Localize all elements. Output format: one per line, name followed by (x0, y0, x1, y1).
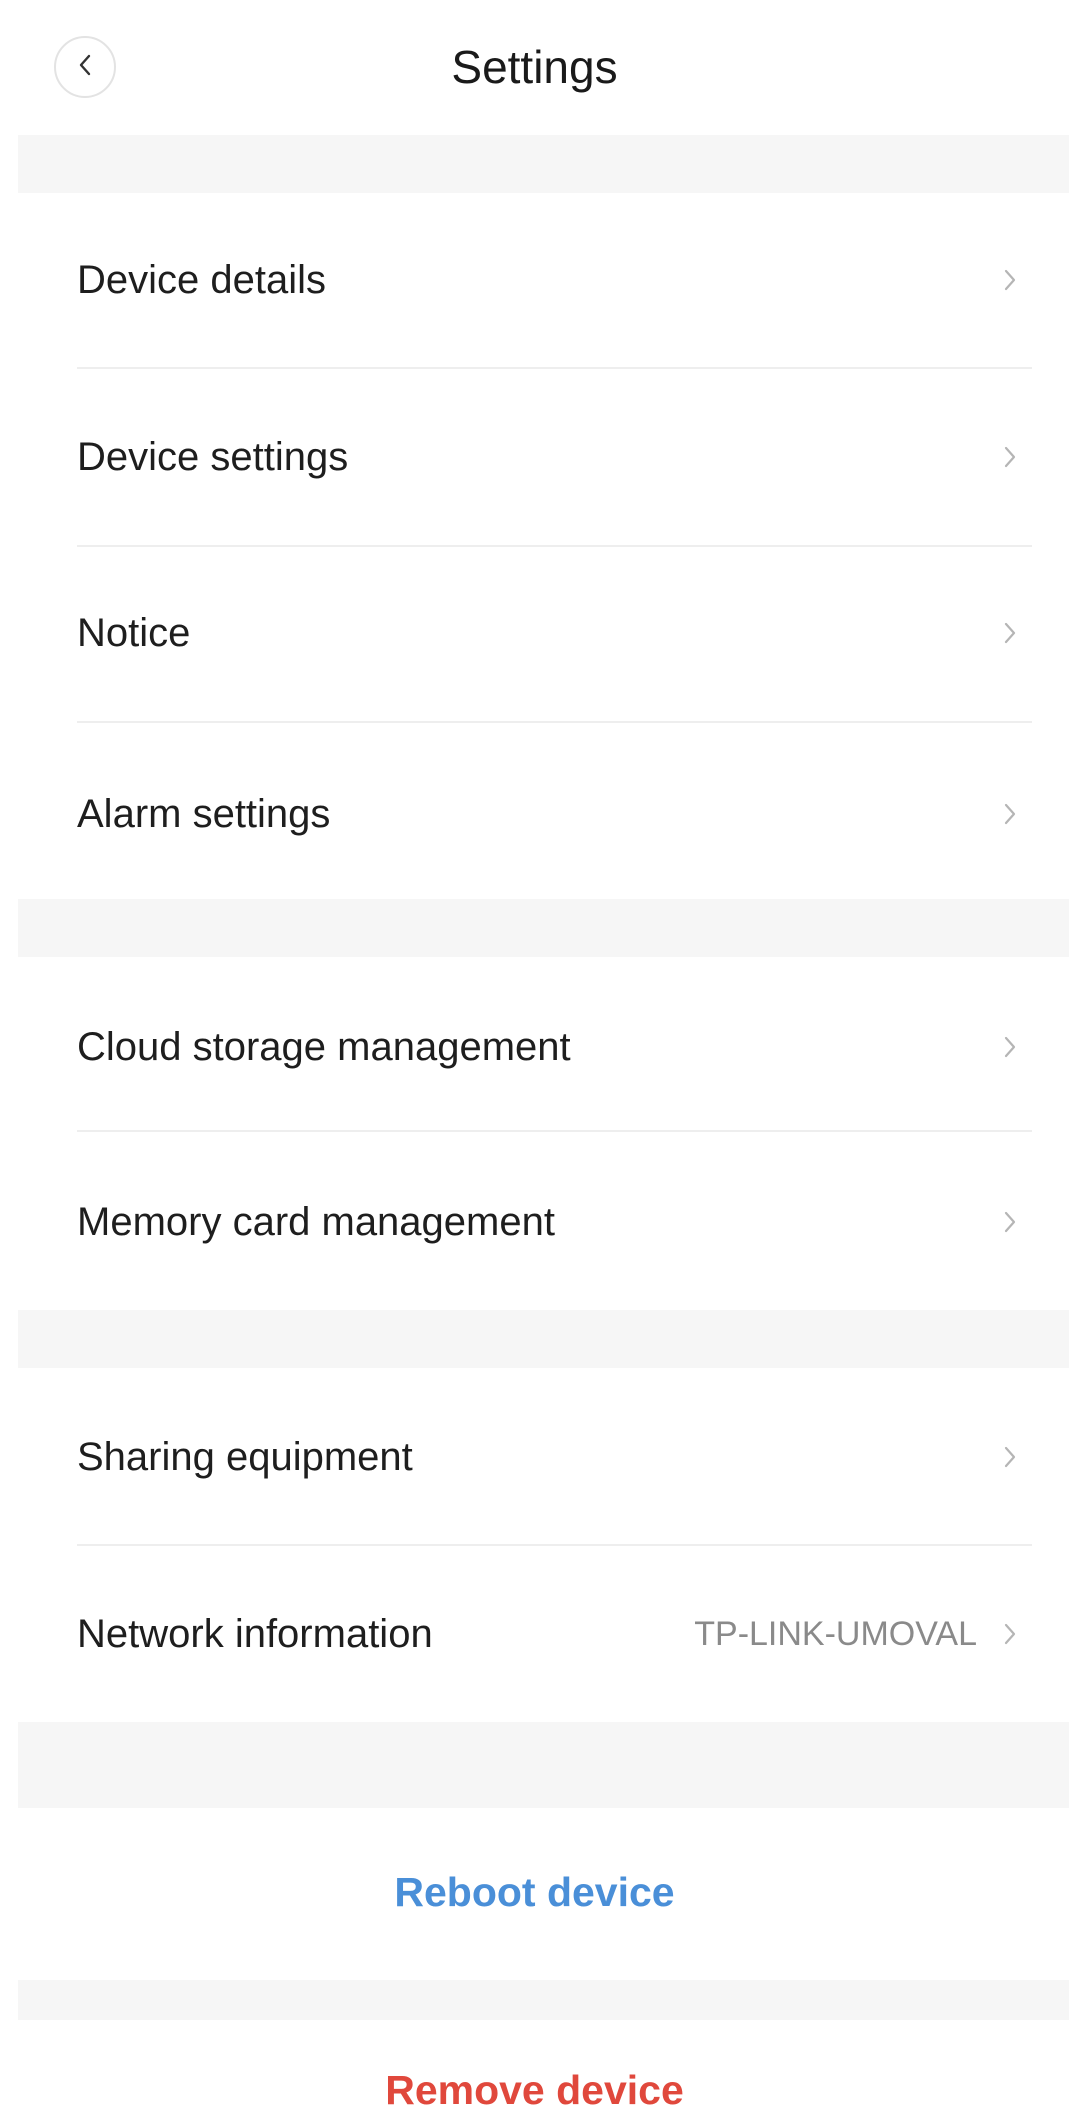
network-name-value: TP-LINK-UMOVAL (694, 1615, 977, 1653)
settings-item-label: Sharing equipment (77, 1435, 413, 1479)
chevron-right-icon (995, 255, 1025, 305)
section-gap (18, 1722, 1069, 1808)
section-gap (18, 899, 1069, 957)
settings-item-label: Cloud storage management (77, 1025, 571, 1069)
settings-item-sharing-equipment[interactable]: Sharing equipment (0, 1368, 1069, 1544)
settings-item-label: Network information (77, 1612, 433, 1656)
settings-item-network-information[interactable]: Network information TP-LINK-UMOVAL (0, 1546, 1069, 1722)
settings-item-label: Notice (77, 611, 191, 655)
section-gap (18, 1310, 1069, 1368)
settings-screen: Settings Device details Device settings … (0, 0, 1069, 2127)
section-gap (18, 135, 1069, 193)
chevron-right-icon (995, 789, 1025, 839)
settings-item-label: Alarm settings (77, 792, 331, 836)
settings-item-device-settings[interactable]: Device settings (0, 369, 1069, 545)
reboot-device-button[interactable]: Reboot device (0, 1864, 1069, 1920)
reboot-device-row[interactable]: Reboot device (0, 1808, 1069, 1980)
chevron-right-icon (995, 1609, 1025, 1659)
header-bar: Settings (0, 0, 1069, 135)
section-gap (18, 1980, 1069, 2020)
remove-device-button[interactable]: Remove device (0, 2062, 1069, 2118)
chevron-right-icon (995, 1022, 1025, 1072)
chevron-right-icon (995, 432, 1025, 482)
settings-item-cloud-storage[interactable]: Cloud storage management (0, 957, 1069, 1130)
settings-item-alarm-settings[interactable]: Alarm settings (0, 723, 1069, 899)
page-title: Settings (451, 41, 618, 93)
chevron-right-icon (995, 1432, 1025, 1482)
settings-item-memory-card[interactable]: Memory card management (0, 1132, 1069, 1310)
settings-item-notice[interactable]: Notice (0, 547, 1069, 721)
remove-device-row[interactable]: Remove device (0, 2020, 1069, 2127)
chevron-right-icon (995, 1197, 1025, 1247)
settings-item-device-details[interactable]: Device details (0, 193, 1069, 367)
settings-item-label: Device settings (77, 435, 349, 479)
settings-item-label: Memory card management (77, 1200, 555, 1244)
settings-item-label: Device details (77, 258, 327, 302)
chevron-right-icon (995, 608, 1025, 658)
